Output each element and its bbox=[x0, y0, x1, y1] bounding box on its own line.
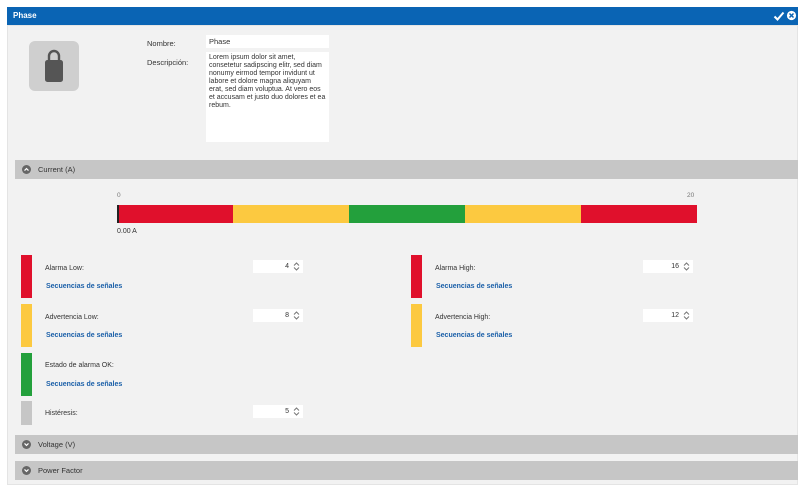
warning-high-value: 12 bbox=[671, 312, 679, 319]
spinner-icon[interactable] bbox=[683, 262, 690, 271]
threshold-gauge bbox=[117, 205, 697, 223]
spinner-icon[interactable] bbox=[293, 311, 300, 320]
description-label: Descripción: bbox=[147, 58, 189, 67]
chevron-down-icon[interactable] bbox=[22, 466, 31, 475]
warning-low-label: Advertencia Low: bbox=[45, 314, 99, 321]
chevron-up-icon[interactable] bbox=[22, 165, 31, 174]
warning-high-signal-sequences-link[interactable]: Secuencias de señales bbox=[436, 332, 512, 339]
hysteresis-value: 5 bbox=[285, 408, 289, 415]
gauge-segment-alarm-high bbox=[581, 205, 697, 223]
gauge-segment-warning-low bbox=[233, 205, 349, 223]
alarm-high-value: 16 bbox=[671, 263, 679, 270]
close-circle-icon[interactable] bbox=[786, 10, 797, 21]
spinner-icon[interactable] bbox=[293, 407, 300, 416]
alarm-ok-signal-sequences-link[interactable]: Secuencias de señales bbox=[46, 381, 122, 388]
scale-min-label: 0 bbox=[117, 192, 121, 199]
alarm-ok-label: Estado de alarma OK: bbox=[45, 362, 114, 369]
hysteresis-stepper[interactable]: 5 bbox=[253, 405, 303, 418]
device-image bbox=[29, 41, 79, 91]
section-title-current: Current (A) bbox=[38, 165, 76, 174]
alarm-low-color-block bbox=[21, 255, 32, 298]
scale-max-label: 20 bbox=[687, 192, 695, 199]
warning-high-stepper[interactable]: 12 bbox=[643, 309, 693, 322]
description-field[interactable]: Lorem ipsum dolor sit amet, consetetur s… bbox=[206, 52, 329, 142]
hysteresis-label: Histéresis: bbox=[45, 410, 78, 417]
alarm-low-stepper[interactable]: 4 bbox=[253, 260, 303, 273]
alarm-ok-color-block bbox=[21, 353, 32, 396]
alarm-high-color-block bbox=[411, 255, 422, 298]
gauge-segment-ok bbox=[349, 205, 465, 223]
name-label: Nombre: bbox=[147, 39, 176, 48]
checkmark-icon[interactable] bbox=[773, 10, 785, 22]
alarm-high-label: Alarma High: bbox=[435, 265, 476, 272]
alarm-high-signal-sequences-link[interactable]: Secuencias de señales bbox=[436, 283, 512, 290]
section-header-power-factor[interactable]: Power Factor bbox=[15, 461, 798, 480]
window-title-bar: Phase bbox=[7, 7, 798, 25]
alarm-low-signal-sequences-link[interactable]: Secuencias de señales bbox=[46, 283, 122, 290]
section-header-voltage[interactable]: Voltage (V) bbox=[15, 435, 798, 454]
dialog-body bbox=[7, 25, 798, 485]
alarm-high-stepper[interactable]: 16 bbox=[643, 260, 693, 273]
warning-high-color-block bbox=[411, 304, 422, 347]
lock-icon bbox=[45, 49, 63, 82]
gauge-segment-alarm-low bbox=[117, 205, 233, 223]
warning-low-value: 8 bbox=[285, 312, 289, 319]
alarm-low-value: 4 bbox=[285, 263, 289, 270]
warning-low-stepper[interactable]: 8 bbox=[253, 309, 303, 322]
section-header-current[interactable]: Current (A) bbox=[15, 160, 798, 179]
spinner-icon[interactable] bbox=[683, 311, 690, 320]
hysteresis-color-block bbox=[21, 401, 32, 425]
spinner-icon[interactable] bbox=[293, 262, 300, 271]
warning-high-label: Advertencia High: bbox=[435, 314, 491, 321]
window-title: Phase bbox=[13, 11, 37, 20]
name-field[interactable] bbox=[206, 35, 329, 48]
gauge-segment-warning-high bbox=[465, 205, 581, 223]
gauge-needle bbox=[117, 205, 119, 223]
alarm-low-label: Alarma Low: bbox=[45, 265, 84, 272]
current-value: 0.00 A bbox=[117, 228, 137, 235]
warning-low-color-block bbox=[21, 304, 32, 347]
section-title-voltage: Voltage (V) bbox=[38, 440, 76, 449]
warning-low-signal-sequences-link[interactable]: Secuencias de señales bbox=[46, 332, 122, 339]
section-title-power-factor: Power Factor bbox=[38, 466, 83, 475]
chevron-down-icon[interactable] bbox=[22, 440, 31, 449]
